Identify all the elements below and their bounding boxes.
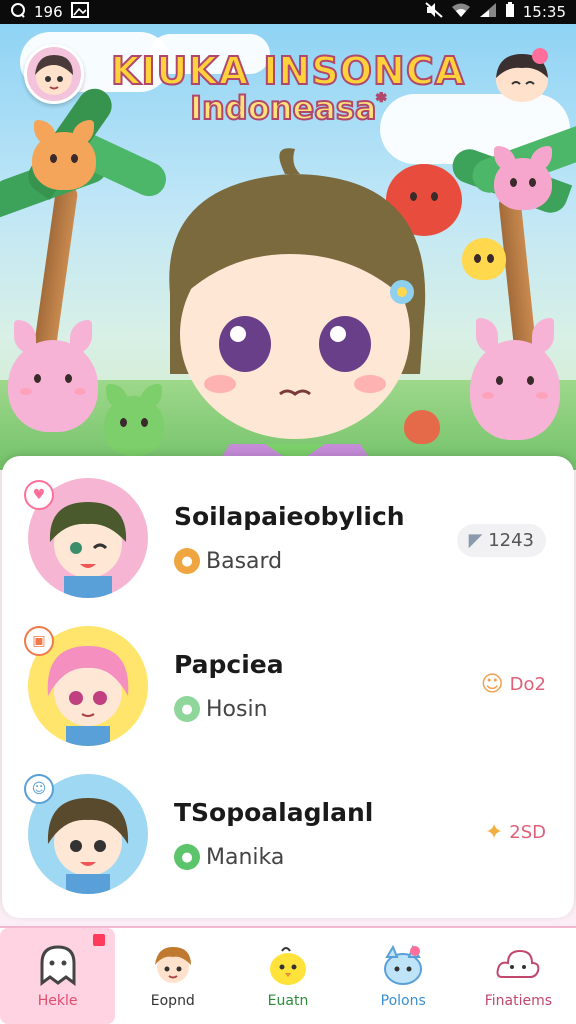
nav-label: Euatn xyxy=(267,993,309,1009)
chick-icon xyxy=(270,947,306,985)
stat-pill: ◤ 1243 xyxy=(456,524,546,557)
battery-icon xyxy=(505,2,515,22)
notification-dot xyxy=(93,934,106,946)
status-left: 196 xyxy=(10,2,89,22)
list-item[interactable]: ♥ Soilapaieobylich ● Basard ◤ 1243 xyxy=(2,474,574,620)
yellow-chick-creature xyxy=(462,238,506,280)
cloud-icon xyxy=(496,949,540,978)
item-stat: ☺ Do2 xyxy=(481,672,546,697)
speech-bubble-icon: ☺ xyxy=(24,774,54,804)
frog-icon: ● xyxy=(174,844,200,870)
hero-banner: KIUKA INSONCA Indoneasa* xyxy=(0,24,576,470)
nav-label: Eopnd xyxy=(150,993,195,1009)
list-item[interactable]: ☺ TSopoalaglanl ● Manika ✦ 2SD xyxy=(2,770,574,916)
ribbon-icon: ◤ xyxy=(468,530,483,551)
nav-item-hekle[interactable]: Hekle xyxy=(0,928,116,1024)
hero-title-star: * xyxy=(375,89,387,111)
bottom-nav: Hekle Eopnd Euatn Polons Finatiems xyxy=(0,926,576,1024)
medal-icon: ● xyxy=(174,548,200,574)
nav-label: Polons xyxy=(380,993,426,1009)
nav-item-eopnd[interactable]: Eopnd xyxy=(115,928,230,1024)
item-stat: ◤ 1243 xyxy=(456,524,546,557)
wifi-icon xyxy=(451,2,471,22)
image-icon xyxy=(70,2,89,22)
item-stat-value: 1243 xyxy=(488,530,534,551)
cat-face-icon: ☺ xyxy=(480,672,504,697)
status-count: 196 xyxy=(34,3,63,21)
pink-bunny-creature-right xyxy=(470,318,560,440)
item-subtitle-text: Manika xyxy=(206,844,285,870)
item-subtitle: ● Manika xyxy=(174,844,284,870)
status-bar: 196 15:35 xyxy=(0,0,576,24)
pink-bunny-creature xyxy=(8,320,98,432)
mute-icon xyxy=(425,2,443,22)
nav-label: Hekle xyxy=(37,993,78,1009)
orange-cat-creature xyxy=(32,120,96,190)
chat-icon xyxy=(10,2,26,22)
item-stat: ✦ 2SD xyxy=(485,820,546,845)
nav-item-euatn[interactable]: Euatn xyxy=(230,928,345,1024)
blue-creature-icon xyxy=(384,944,423,985)
item-subtitle-text: Basard xyxy=(206,548,283,574)
item-subtitle: ● Basard xyxy=(174,548,282,574)
status-time: 15:35 xyxy=(522,3,566,21)
frog-icon: ● xyxy=(174,696,200,722)
signal-icon xyxy=(479,2,497,22)
ghost-icon xyxy=(40,945,76,986)
item-stat-value: 2SD xyxy=(509,822,546,843)
nav-label: Finatiems xyxy=(484,993,553,1009)
item-stat-value: Do2 xyxy=(509,674,546,695)
item-name: Papciea xyxy=(174,650,284,679)
heart-icon: ♥ xyxy=(24,480,54,510)
status-right: 15:35 xyxy=(425,2,566,22)
profile-avatar[interactable] xyxy=(24,44,84,104)
item-subtitle: ● Hosin xyxy=(174,696,268,722)
main-character xyxy=(169,148,426,470)
list-item[interactable]: ▣ Papciea ● Hosin ☺ Do2 xyxy=(2,622,574,768)
chat-bubble-icon: ▣ xyxy=(24,626,54,656)
nav-item-polons[interactable]: Polons xyxy=(346,928,461,1024)
hero-title-line2: Indoneasa xyxy=(189,88,377,127)
star-burst-icon: ✦ xyxy=(484,820,504,845)
item-name: TSopoalaglanl xyxy=(174,798,374,827)
item-subtitle-text: Hosin xyxy=(206,696,268,722)
character-list: ♥ Soilapaieobylich ● Basard ◤ 1243 ▣ Pap… xyxy=(2,456,574,918)
nav-item-finatiems[interactable]: Finatiems xyxy=(461,928,576,1024)
boy-face-icon xyxy=(154,947,191,983)
mascot-icon[interactable] xyxy=(490,46,554,104)
item-name: Soilapaieobylich xyxy=(174,502,405,531)
pink-cat-creature xyxy=(494,146,552,210)
